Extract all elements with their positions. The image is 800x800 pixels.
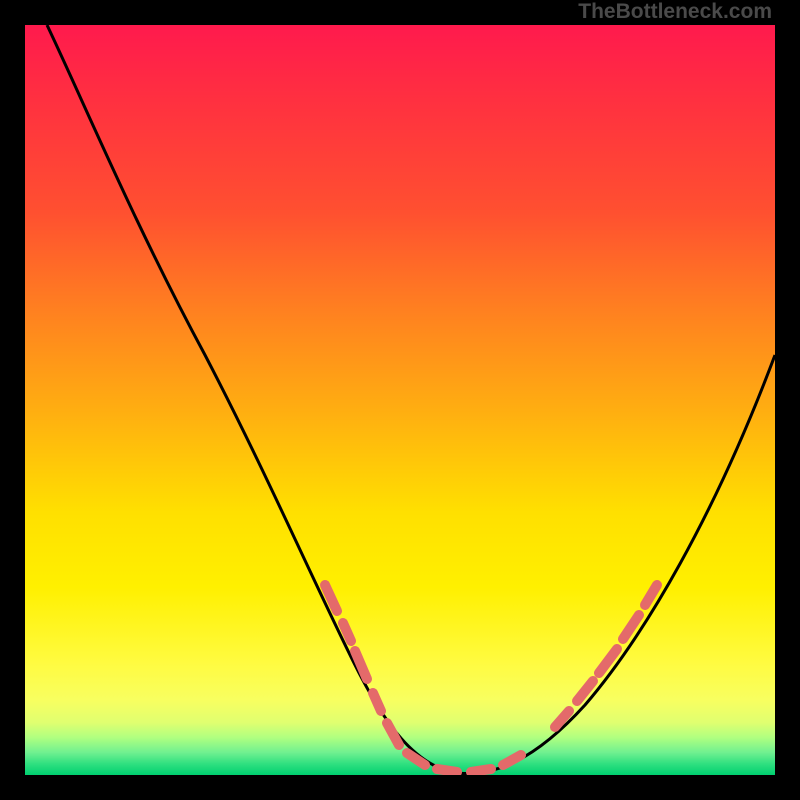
curve-layer: [25, 25, 775, 775]
dashed-overlay-right: [555, 585, 657, 727]
bottleneck-curve: [47, 25, 775, 774]
plot-area: [25, 25, 775, 775]
dashed-overlay-left: [325, 585, 399, 745]
watermark-text: TheBottleneck.com: [578, 0, 772, 24]
dashed-overlay-bottom: [407, 753, 521, 772]
chart-frame: TheBottleneck.com: [0, 0, 800, 800]
